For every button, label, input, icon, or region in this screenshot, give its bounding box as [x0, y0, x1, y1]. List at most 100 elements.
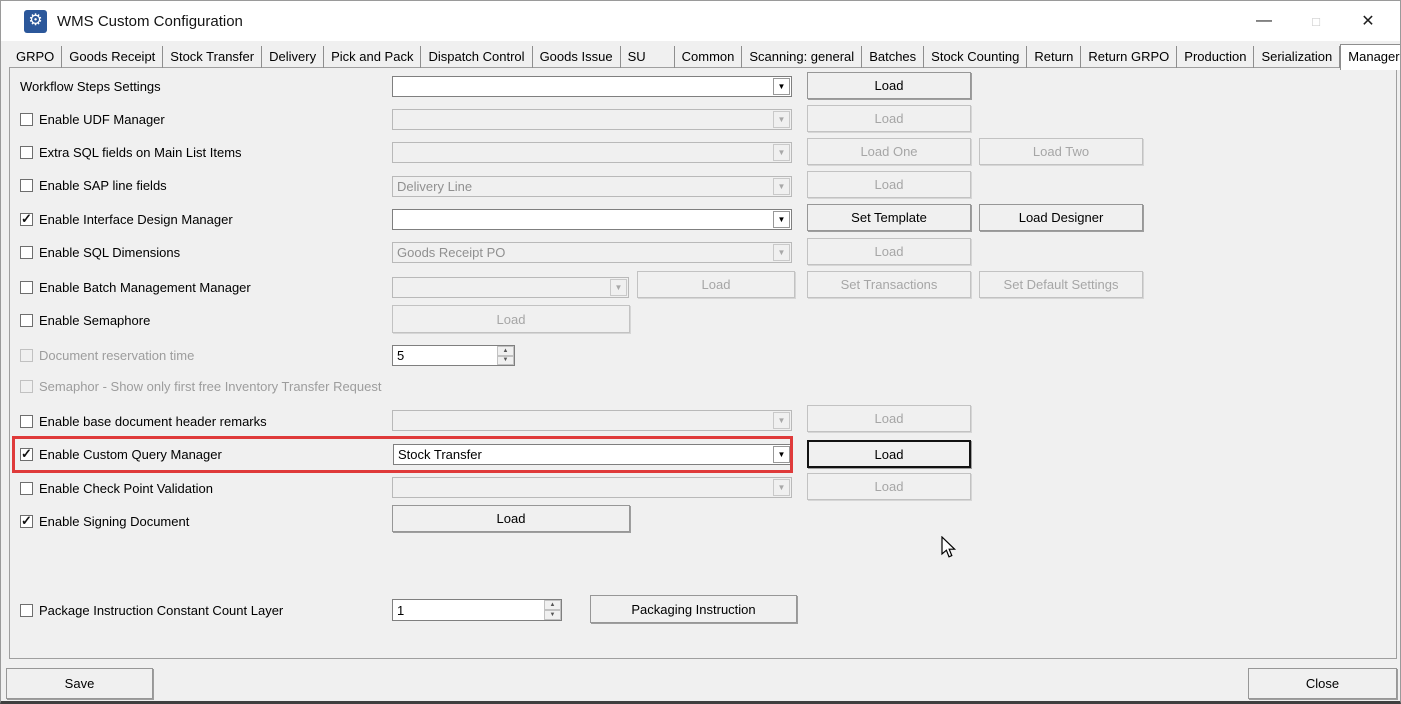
spinner-down-icon[interactable]	[497, 356, 514, 366]
package-instruction-count-spinner[interactable]: 1	[392, 599, 562, 621]
base-doc-header-remarks-combo	[392, 410, 792, 431]
chevron-down-icon	[773, 178, 790, 195]
window-controls: — □ ✕	[1238, 1, 1394, 41]
document-reservation-time-spinner[interactable]: 5	[392, 345, 515, 366]
enable-sap-line-fields-label: Enable SAP line fields	[39, 178, 167, 193]
semaphor-show-first-free-checkbox	[20, 380, 33, 393]
tab-serialization[interactable]: Serialization	[1254, 46, 1340, 68]
tab-grpo[interactable]: GRPO	[9, 46, 62, 68]
chevron-down-icon	[773, 244, 790, 261]
tab-return-grpo[interactable]: Return GRPO	[1081, 46, 1177, 68]
tab-batches[interactable]: Batches	[862, 46, 924, 68]
tab-stock-transfer[interactable]: Stock Transfer	[163, 46, 262, 68]
enable-semaphore-checkbox[interactable]	[20, 314, 33, 327]
extra-sql-fields-combo	[392, 142, 792, 163]
extra-sql-fields-checkbox[interactable]	[20, 146, 33, 159]
custom-query-manager-combo[interactable]: Stock Transfer	[393, 444, 792, 465]
tab-delivery[interactable]: Delivery	[262, 46, 324, 68]
enable-sap-line-fields-checkbox[interactable]	[20, 179, 33, 192]
chevron-down-icon	[773, 479, 790, 496]
custom-query-manager-load-button[interactable]: Load	[807, 440, 971, 468]
enable-batch-management-label: Enable Batch Management Manager	[39, 280, 251, 295]
enable-udf-manager-label: Enable UDF Manager	[39, 112, 165, 127]
packaging-instruction-button[interactable]: Packaging Instruction	[590, 595, 797, 623]
tab-goods-issue[interactable]: Goods Issue	[533, 46, 621, 68]
enable-interface-design-manager-label: Enable Interface Design Manager	[39, 212, 233, 227]
load-two-button: Load Two	[979, 138, 1143, 165]
enable-signing-document-label: Enable Signing Document	[39, 514, 189, 529]
enable-check-point-validation-checkbox[interactable]	[20, 482, 33, 495]
close-icon[interactable]: ✕	[1342, 1, 1394, 41]
maximize-icon: □	[1290, 1, 1342, 41]
spinner-down-icon[interactable]	[544, 610, 561, 620]
tab-dispatch-control[interactable]: Dispatch Control	[421, 46, 532, 68]
enable-signing-document-checkbox[interactable]	[20, 515, 33, 528]
save-button[interactable]: Save	[6, 668, 153, 699]
package-instruction-constant-count-label: Package Instruction Constant Count Layer	[39, 603, 283, 618]
wms-custom-configuration-window: WMS Custom Configuration — □ ✕ GRPO Good…	[0, 0, 1401, 704]
set-default-settings-button: Set Default Settings	[979, 271, 1143, 298]
enable-interface-design-manager-checkbox[interactable]	[20, 213, 33, 226]
sql-dimensions-combo: Goods Receipt PO	[392, 242, 792, 263]
tab-goods-receipt[interactable]: Goods Receipt	[62, 46, 163, 68]
mouse-cursor	[940, 536, 960, 560]
spinner-up-icon[interactable]	[497, 346, 514, 356]
enable-sql-dimensions-checkbox[interactable]	[20, 246, 33, 259]
semaphor-show-first-free-label: Semaphor - Show only first free Inventor…	[39, 379, 382, 394]
workflow-steps-settings-label: Workflow Steps Settings	[20, 79, 161, 94]
semaphore-load-button: Load	[392, 305, 630, 333]
tab-scanning-general[interactable]: Scanning: general	[742, 46, 862, 68]
enable-udf-manager-checkbox[interactable]	[20, 113, 33, 126]
interface-design-combo[interactable]	[392, 209, 792, 230]
enable-batch-management-checkbox[interactable]	[20, 281, 33, 294]
batch-management-combo	[392, 277, 629, 298]
enable-custom-query-manager-checkbox[interactable]	[20, 448, 33, 461]
chevron-down-icon	[773, 144, 790, 161]
document-reservation-time-checkbox	[20, 349, 33, 362]
set-template-button[interactable]: Set Template	[807, 204, 971, 231]
window-title: WMS Custom Configuration	[57, 13, 243, 30]
tab-pick-and-pack[interactable]: Pick and Pack	[324, 46, 421, 68]
tab-manager[interactable]: Manager	[1340, 44, 1401, 70]
base-doc-header-remarks-load-button: Load	[807, 405, 971, 432]
workflow-steps-combo[interactable]	[392, 76, 792, 97]
enable-check-point-validation-label: Enable Check Point Validation	[39, 481, 213, 496]
enable-base-doc-header-remarks-label: Enable base document header remarks	[39, 414, 267, 429]
chevron-down-icon	[773, 211, 790, 228]
udf-manager-combo	[392, 109, 792, 130]
package-instruction-constant-count-checkbox[interactable]	[20, 604, 33, 617]
check-point-validation-load-button: Load	[807, 473, 971, 500]
load-one-button: Load One	[807, 138, 971, 165]
chevron-down-icon	[610, 279, 627, 296]
check-point-validation-combo	[392, 477, 792, 498]
sql-dimensions-load-button: Load	[807, 238, 971, 265]
title-bar: WMS Custom Configuration — □ ✕	[1, 1, 1400, 41]
tab-production[interactable]: Production	[1177, 46, 1254, 68]
tab-su[interactable]: SU	[621, 46, 675, 68]
chevron-down-icon	[773, 412, 790, 429]
enable-base-doc-header-remarks-checkbox[interactable]	[20, 415, 33, 428]
tab-return[interactable]: Return	[1027, 46, 1081, 68]
chevron-down-icon	[773, 446, 790, 463]
batch-management-load-button: Load	[637, 271, 795, 298]
manager-tab-page: Workflow Steps Settings Load Enable UDF …	[9, 67, 1397, 659]
chevron-down-icon	[773, 78, 790, 95]
sap-line-fields-combo: Delivery Line	[392, 176, 792, 197]
enable-custom-query-manager-label: Enable Custom Query Manager	[39, 447, 222, 462]
sap-line-fields-load-button: Load	[807, 171, 971, 198]
app-gear-icon	[24, 10, 47, 33]
chevron-down-icon	[773, 111, 790, 128]
close-button[interactable]: Close	[1248, 668, 1397, 699]
load-designer-button[interactable]: Load Designer	[979, 204, 1143, 231]
udf-manager-load-button: Load	[807, 105, 971, 132]
extra-sql-fields-label: Extra SQL fields on Main List Items	[39, 145, 242, 160]
enable-sql-dimensions-label: Enable SQL Dimensions	[39, 245, 180, 260]
minimize-icon[interactable]: —	[1238, 1, 1290, 41]
tab-common[interactable]: Common	[675, 46, 743, 68]
workflow-steps-load-button[interactable]: Load	[807, 72, 971, 99]
signing-document-load-button[interactable]: Load	[392, 505, 630, 532]
spinner-up-icon[interactable]	[544, 600, 561, 610]
document-reservation-time-label: Document reservation time	[39, 348, 194, 363]
tab-stock-counting[interactable]: Stock Counting	[924, 46, 1027, 68]
set-transactions-button: Set Transactions	[807, 271, 971, 298]
